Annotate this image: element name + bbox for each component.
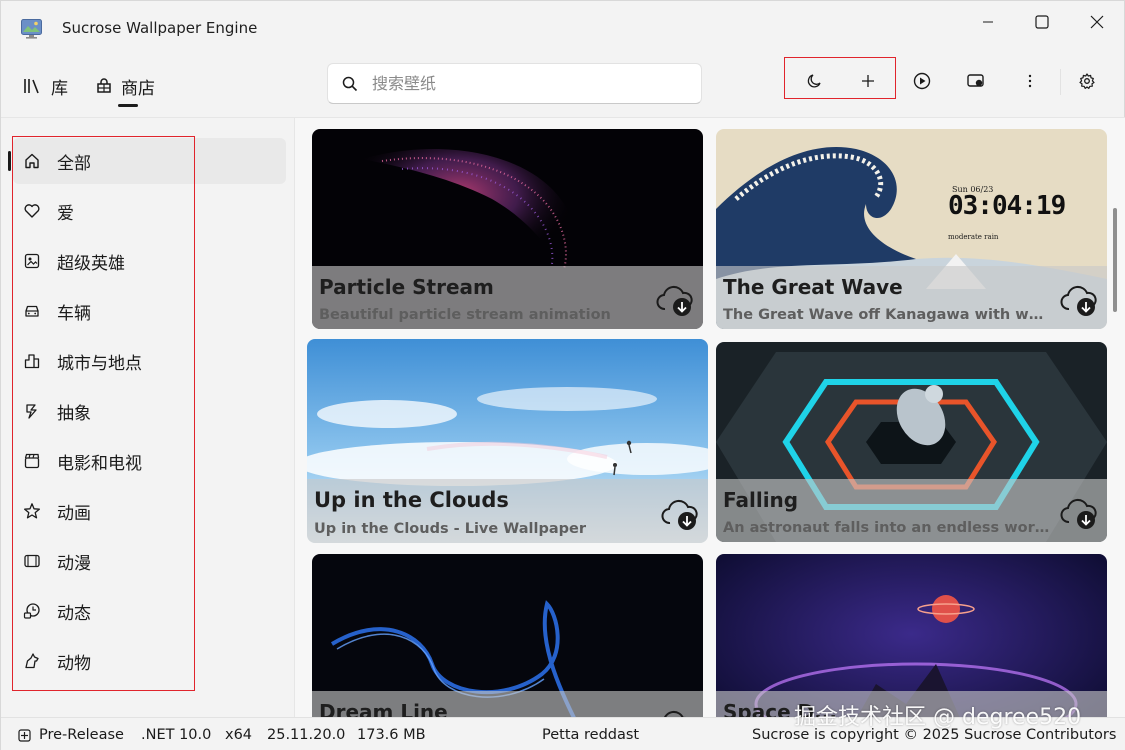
architecture: x64 <box>225 727 253 743</box>
card-title: Dream Line <box>319 700 448 717</box>
toolbar-divider <box>1060 69 1061 95</box>
tab-store-label: 商店 <box>121 78 155 99</box>
add-button[interactable] <box>852 65 884 97</box>
close-icon <box>1090 15 1104 29</box>
maximize-icon <box>1035 15 1049 29</box>
search-input[interactable] <box>372 74 672 93</box>
wallpaper-grid[interactable]: Particle Stream Beautiful particle strea… <box>294 117 1125 717</box>
minimize-button[interactable] <box>965 9 1011 35</box>
moon-icon <box>807 74 821 88</box>
active-category-indicator <box>8 151 11 171</box>
app-title: Sucrose Wallpaper Engine <box>62 19 258 37</box>
title-bar[interactable]: Sucrose Wallpaper Engine <box>1 1 1124 51</box>
card-title: Falling <box>723 488 799 512</box>
play-icon <box>913 72 931 90</box>
tab-library[interactable]: 库 <box>23 71 68 101</box>
settings-button[interactable] <box>1071 65 1103 97</box>
highlight-box-sidebar <box>12 136 195 691</box>
watermark-text: 掘金技术社区 @ degree520 <box>794 705 1082 730</box>
more-icon <box>1028 74 1032 88</box>
more-options-button[interactable] <box>1014 65 1046 97</box>
add-icon <box>862 75 874 87</box>
wallpaper-card-falling[interactable]: Falling An astronaut falls into an endle… <box>716 342 1107 542</box>
tab-store[interactable]: 商店 <box>95 71 155 101</box>
card-description: The Great Wave off Kanagawa with weat... <box>723 307 1053 323</box>
release-channel: Pre-Release <box>39 727 124 743</box>
status-message: Petta reddast <box>542 727 640 743</box>
minimize-icon <box>983 21 993 23</box>
wallpaper-card-great-wave[interactable]: Sun 06/23 03:04:19 moderate rain The Gre… <box>716 129 1107 329</box>
memory-usage: 173.6 MB <box>357 727 426 743</box>
card-title: The Great Wave <box>723 275 903 299</box>
cloud-download-icon[interactable] <box>1059 283 1099 317</box>
wallpaper-card-dream-line[interactable]: Dream Line <box>312 554 703 717</box>
clock-time: 03:04:19 <box>948 191 1066 221</box>
card-description: An astronaut falls into an endless wormh… <box>723 520 1053 536</box>
card-description: Up in the Clouds - Live Wallpaper <box>314 521 586 537</box>
play-button[interactable] <box>906 65 938 97</box>
library-icon <box>24 79 39 94</box>
store-icon <box>97 78 111 93</box>
search-box[interactable] <box>327 63 702 104</box>
card-title: Particle Stream <box>319 275 494 299</box>
wallpaper-card-space[interactable]: Space D... <box>716 554 1107 717</box>
cloud-download-icon[interactable] <box>655 708 695 717</box>
active-tab-indicator <box>118 104 138 107</box>
release-channel-icon <box>18 729 31 742</box>
content-scrollbar[interactable] <box>1113 208 1117 312</box>
wallpaper-icon <box>967 74 984 87</box>
cloud-download-icon[interactable] <box>660 497 700 531</box>
theme-toggle-button[interactable] <box>798 65 830 97</box>
clock-weather: moderate rain <box>948 233 999 241</box>
runtime-version: .NET 10.0 <box>141 727 212 743</box>
card-description: Beautiful particle stream animation <box>319 307 611 323</box>
cloud-download-icon[interactable] <box>655 283 695 317</box>
app-version: 25.11.20.0 <box>267 727 346 743</box>
card-title: Up in the Clouds <box>314 488 509 512</box>
search-icon <box>342 76 358 91</box>
wallpaper-settings-button[interactable] <box>960 65 992 97</box>
settings-icon <box>1079 73 1095 89</box>
wallpaper-card-up-in-the-clouds[interactable]: Up in the Clouds Up in the Clouds - Live… <box>307 339 708 543</box>
close-button[interactable] <box>1074 9 1120 35</box>
monitor-icon <box>21 19 42 39</box>
app-window: Sucrose Wallpaper Engine 库 商店 搜索壁纸 全部 爱 … <box>0 0 1125 750</box>
cloud-download-icon[interactable] <box>1059 496 1099 530</box>
maximize-button[interactable] <box>1019 9 1065 35</box>
wallpaper-card-particle-stream[interactable]: Particle Stream Beautiful particle strea… <box>312 129 703 329</box>
tab-library-label: 库 <box>51 78 68 99</box>
